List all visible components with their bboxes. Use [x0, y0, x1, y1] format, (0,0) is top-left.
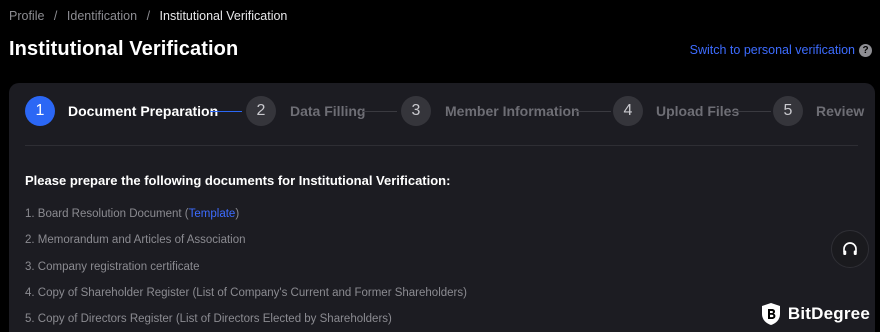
stepper: 1 Document Preparation 2 Data Filling 3 …	[9, 83, 875, 143]
step-2-number[interactable]: 2	[246, 96, 276, 126]
breadcrumb: Profile / Identification / Institutional…	[9, 9, 287, 23]
step-connector-3	[575, 111, 611, 112]
watermark-text: BitDegree	[787, 304, 870, 323]
breadcrumb-separator: /	[146, 9, 151, 23]
step-4-number[interactable]: 4	[613, 96, 643, 126]
question-circle-icon[interactable]: ?	[859, 43, 872, 57]
switch-to-personal-link[interactable]: Switch to personal verification ?	[690, 43, 872, 57]
step-connector-2	[363, 111, 397, 112]
list-item: 4. Copy of Shareholder Register (List of…	[25, 286, 467, 299]
step-connector-1	[210, 111, 242, 112]
breadcrumb-item-current: Institutional Verification	[159, 9, 288, 23]
verification-card: 1 Document Preparation 2 Data Filling 3 …	[9, 83, 875, 332]
breadcrumb-separator: /	[53, 9, 58, 23]
list-item: 1. Board Resolution Document (Template)	[25, 208, 240, 220]
divider	[25, 145, 858, 146]
bitdegree-shield-icon	[761, 303, 780, 325]
list-item: 2. Memorandum and Articles of Associatio…	[25, 234, 246, 247]
page-title: Institutional Verification	[9, 38, 239, 60]
step-4-label[interactable]: Upload Files	[656, 103, 739, 119]
template-link[interactable]: Template	[189, 208, 236, 220]
breadcrumb-item-profile[interactable]: Profile	[9, 9, 44, 23]
headset-icon	[843, 242, 857, 255]
documents-intro: Please prepare the following documents f…	[25, 173, 451, 188]
documents-list: 1. Board Resolution Document (Template) …	[25, 207, 467, 332]
list-item: 3. Company registration certificate	[25, 260, 200, 273]
step-5-number[interactable]: 5	[773, 96, 803, 126]
step-2-label[interactable]: Data Filling	[290, 103, 365, 119]
step-1-label[interactable]: Document Preparation	[68, 103, 218, 119]
support-chat-button[interactable]	[831, 230, 869, 268]
step-1-number[interactable]: 1	[25, 96, 55, 126]
list-item: 5. Copy of Directors Register (List of D…	[25, 313, 392, 326]
step-5-label[interactable]: Review	[816, 103, 864, 119]
step-3-label[interactable]: Member Information	[445, 103, 580, 119]
switch-link-label[interactable]: Switch to personal verification	[690, 43, 855, 57]
breadcrumb-item-identification[interactable]: Identification	[67, 9, 137, 23]
bitdegree-watermark: BitDegree	[760, 302, 870, 326]
step-connector-4	[733, 111, 771, 112]
step-3-number[interactable]: 3	[401, 96, 431, 126]
